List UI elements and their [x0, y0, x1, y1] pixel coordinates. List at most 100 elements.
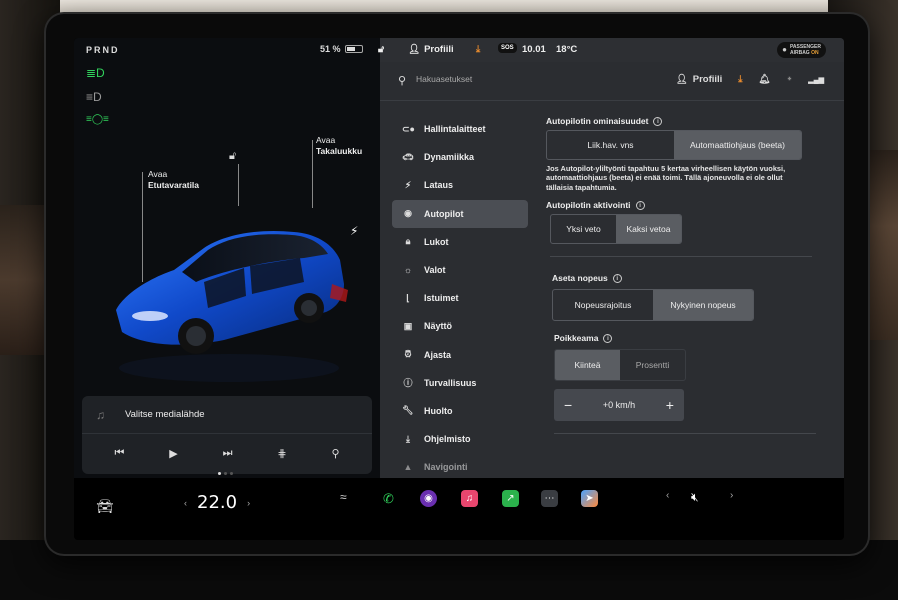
settings-panel: 🔓︎ 👤︎ Profiili ⤓ SOS 10.01 18°C ● PASSEN…	[378, 38, 844, 481]
airbag-line2: AIRBAG	[789, 50, 810, 56]
cabin-temperature[interactable]: 22.0	[197, 492, 237, 513]
search-row: ⚲ 👤︎ Profiili ⤓ 🔔︎ ᛭ ▂▄▆	[380, 68, 844, 96]
headlights-icon: ≣D	[86, 66, 105, 80]
statusbar-profile[interactable]: 👤︎ Profiili	[408, 44, 454, 55]
chevron-left-icon[interactable]: ‹	[184, 498, 187, 508]
car-model-image	[116, 230, 348, 382]
menu-item-label: Hallintalaitteet	[424, 124, 486, 135]
header-divider	[380, 100, 844, 101]
page-dot	[224, 472, 227, 475]
media-controls: ⏮︎ ▶︎ ⏭︎ ⋕ ⚲	[82, 434, 372, 472]
dock-bar: 🚘︎ ‹ 22.0 › ≈ ✆ ◉ ♫ ↗ ⋯ ➤ ‹ 🔇︎ ›	[74, 478, 844, 540]
software-update-icon[interactable]: ⤓	[738, 74, 742, 85]
open-frunk-button[interactable]: Avaa Etutavaratila	[148, 169, 199, 191]
gear-selector[interactable]: PRND	[86, 45, 120, 55]
menu-item-label: Istuimet	[424, 293, 459, 304]
media-source-row[interactable]: ♫ Valitse medialähde	[82, 396, 372, 434]
option-automaattiohjaus[interactable]: Automaattiohjaus (beeta)	[674, 131, 801, 159]
activation-section-title: Autopilotin aktivointi i	[546, 200, 826, 210]
next-track-icon[interactable]: ⏭︎	[223, 447, 233, 460]
section-divider	[550, 256, 812, 258]
more-apps-icon[interactable]: ⋯	[541, 490, 558, 507]
media-search-icon[interactable]: ⚲	[331, 447, 339, 460]
car-icon[interactable]: 🚘︎	[96, 498, 114, 515]
unlock-icon[interactable]: 🔓︎	[229, 150, 236, 163]
navigation-icon: ▲	[403, 462, 413, 473]
camera-app-icon[interactable]: ◉	[420, 490, 437, 507]
profile-button[interactable]: 👤︎ Profiili	[676, 74, 723, 85]
volume-down-chevron-icon[interactable]: ‹	[666, 490, 669, 501]
person-icon: 👤︎	[408, 44, 421, 55]
mute-icon[interactable]: 🔇︎	[691, 490, 699, 505]
touchscreen: PRND 51 % ≣D ≡D ≡◯≡ Avaa Etutavaratila A…	[74, 38, 844, 540]
page-dot	[218, 472, 221, 475]
decrease-button[interactable]: −	[564, 397, 572, 413]
option-prosentti[interactable]: Prosentti	[620, 350, 685, 380]
settings-menu: ⊂● Hallintalaitteet 🚗︎ Dynamiikka ⚡︎ Lataus…	[392, 115, 528, 481]
volume-up-chevron-icon[interactable]: ›	[730, 490, 733, 501]
info-icon[interactable]: i	[612, 273, 622, 283]
windshield-defrost-icon[interactable]: ≈	[340, 490, 347, 504]
toggle-icon: ⊂●	[402, 123, 415, 134]
open-trunk-button[interactable]: Avaa Takaluukku	[316, 135, 362, 157]
trunk-label-line2: Takaluukku	[316, 146, 363, 156]
wrench-icon: 🔧︎	[402, 405, 414, 416]
option-liik-hav-vns[interactable]: Liik.hav. vns	[547, 131, 674, 159]
info-icon[interactable]: i	[635, 200, 645, 210]
trunk-label-line1: Avaa	[316, 135, 336, 145]
menu-item-turvallisuus[interactable]: ⓘ Turvallisuus	[392, 369, 528, 397]
chevron-right-icon[interactable]: ›	[247, 498, 250, 508]
header-icons: 👤︎ Profiili ⤓ 🔔︎ ᛭ ▂▄▆	[676, 74, 824, 85]
menu-item-ohjelmisto[interactable]: ⤓ Ohjelmisto	[392, 425, 528, 453]
equalizer-icon[interactable]: ⋕	[277, 447, 286, 460]
energy-app-icon[interactable]: ↗	[502, 490, 519, 507]
option-kaksi-vetoa[interactable]: Kaksi vetoa	[616, 215, 681, 244]
download-icon[interactable]: ⤓	[476, 44, 480, 55]
activation-selector: Yksi veto Kaksi vetoa	[550, 214, 682, 245]
page-indicator	[218, 472, 233, 475]
phone-icon[interactable]: ✆	[380, 490, 397, 507]
menu-item-ajasta[interactable]: ⏰︎ Ajasta	[392, 341, 528, 369]
bell-icon[interactable]: 🔔︎	[759, 74, 771, 85]
info-icon[interactable]: i	[653, 116, 663, 126]
offset-value: +0 km/h	[602, 400, 636, 411]
menu-item-label: Valot	[424, 265, 446, 276]
option-nykyinen-nopeus[interactable]: Nykyinen nopeus	[653, 290, 753, 321]
menu-item-naytto[interactable]: ▣ Näyttö	[392, 312, 528, 340]
menu-item-istuimet[interactable]: ⌊ Istuimet	[392, 284, 528, 312]
option-nopeusrajoitus[interactable]: Nopeusrajoitus	[553, 290, 653, 320]
battery-percent: 51 %	[320, 44, 341, 54]
outside-temperature: 18°C	[556, 44, 578, 55]
clock: 10.01	[522, 44, 546, 55]
increase-button[interactable]: +	[666, 397, 674, 413]
info-icon[interactable]: i	[603, 333, 613, 343]
steering-wheel-icon: ◉	[404, 208, 412, 219]
music-app-icon[interactable]: ♫	[461, 490, 478, 507]
menu-item-valot[interactable]: ☼ Valot	[392, 256, 528, 284]
bluetooth-icon[interactable]: ᛭	[787, 74, 793, 85]
option-kiintea[interactable]: Kiinteä	[555, 350, 620, 381]
menu-item-lukot[interactable]: 🔒︎ Lukot	[392, 228, 528, 256]
status-bar: 🔓︎ 👤︎ Profiili ⤓ SOS 10.01 18°C ● PASSEN…	[378, 38, 844, 62]
frunk-label-line2: Etutavaratila	[148, 180, 200, 190]
sos-label: SOS	[498, 43, 517, 53]
previous-track-icon[interactable]: ⏮︎	[114, 447, 124, 460]
lock-status-icon[interactable]: 🔓︎	[378, 44, 384, 55]
play-icon[interactable]: ▶︎	[169, 447, 177, 460]
cabin-temperature-control: ‹ 22.0 ›	[184, 492, 250, 513]
menu-item-dynamiikka[interactable]: 🚗︎ Dynamiikka	[392, 143, 528, 171]
menu-item-label: Autopilot	[424, 208, 464, 219]
option-yksi-veto[interactable]: Yksi veto	[551, 215, 616, 243]
autopilot-settings: Autopilotin ominaisuudet i Liik.hav. vns…	[546, 116, 826, 435]
settings-search-input[interactable]	[416, 74, 596, 84]
navigation-app-icon[interactable]: ➤	[581, 490, 598, 507]
car-icon: 🚗︎	[402, 151, 414, 162]
menu-item-autopilot[interactable]: ◉ Autopilot	[392, 199, 528, 228]
music-note-icon: ♫	[96, 407, 105, 422]
menu-item-lataus[interactable]: ⚡︎ Lataus	[392, 171, 528, 199]
sos-button[interactable]: SOS	[498, 43, 517, 53]
menu-item-hallintalaitteet[interactable]: ⊂● Hallintalaitteet	[392, 115, 528, 143]
lte-signal-icon: ▂▄▆	[808, 76, 824, 84]
menu-item-huolto[interactable]: 🔧︎ Huolto	[392, 397, 528, 425]
section-divider	[554, 433, 816, 435]
